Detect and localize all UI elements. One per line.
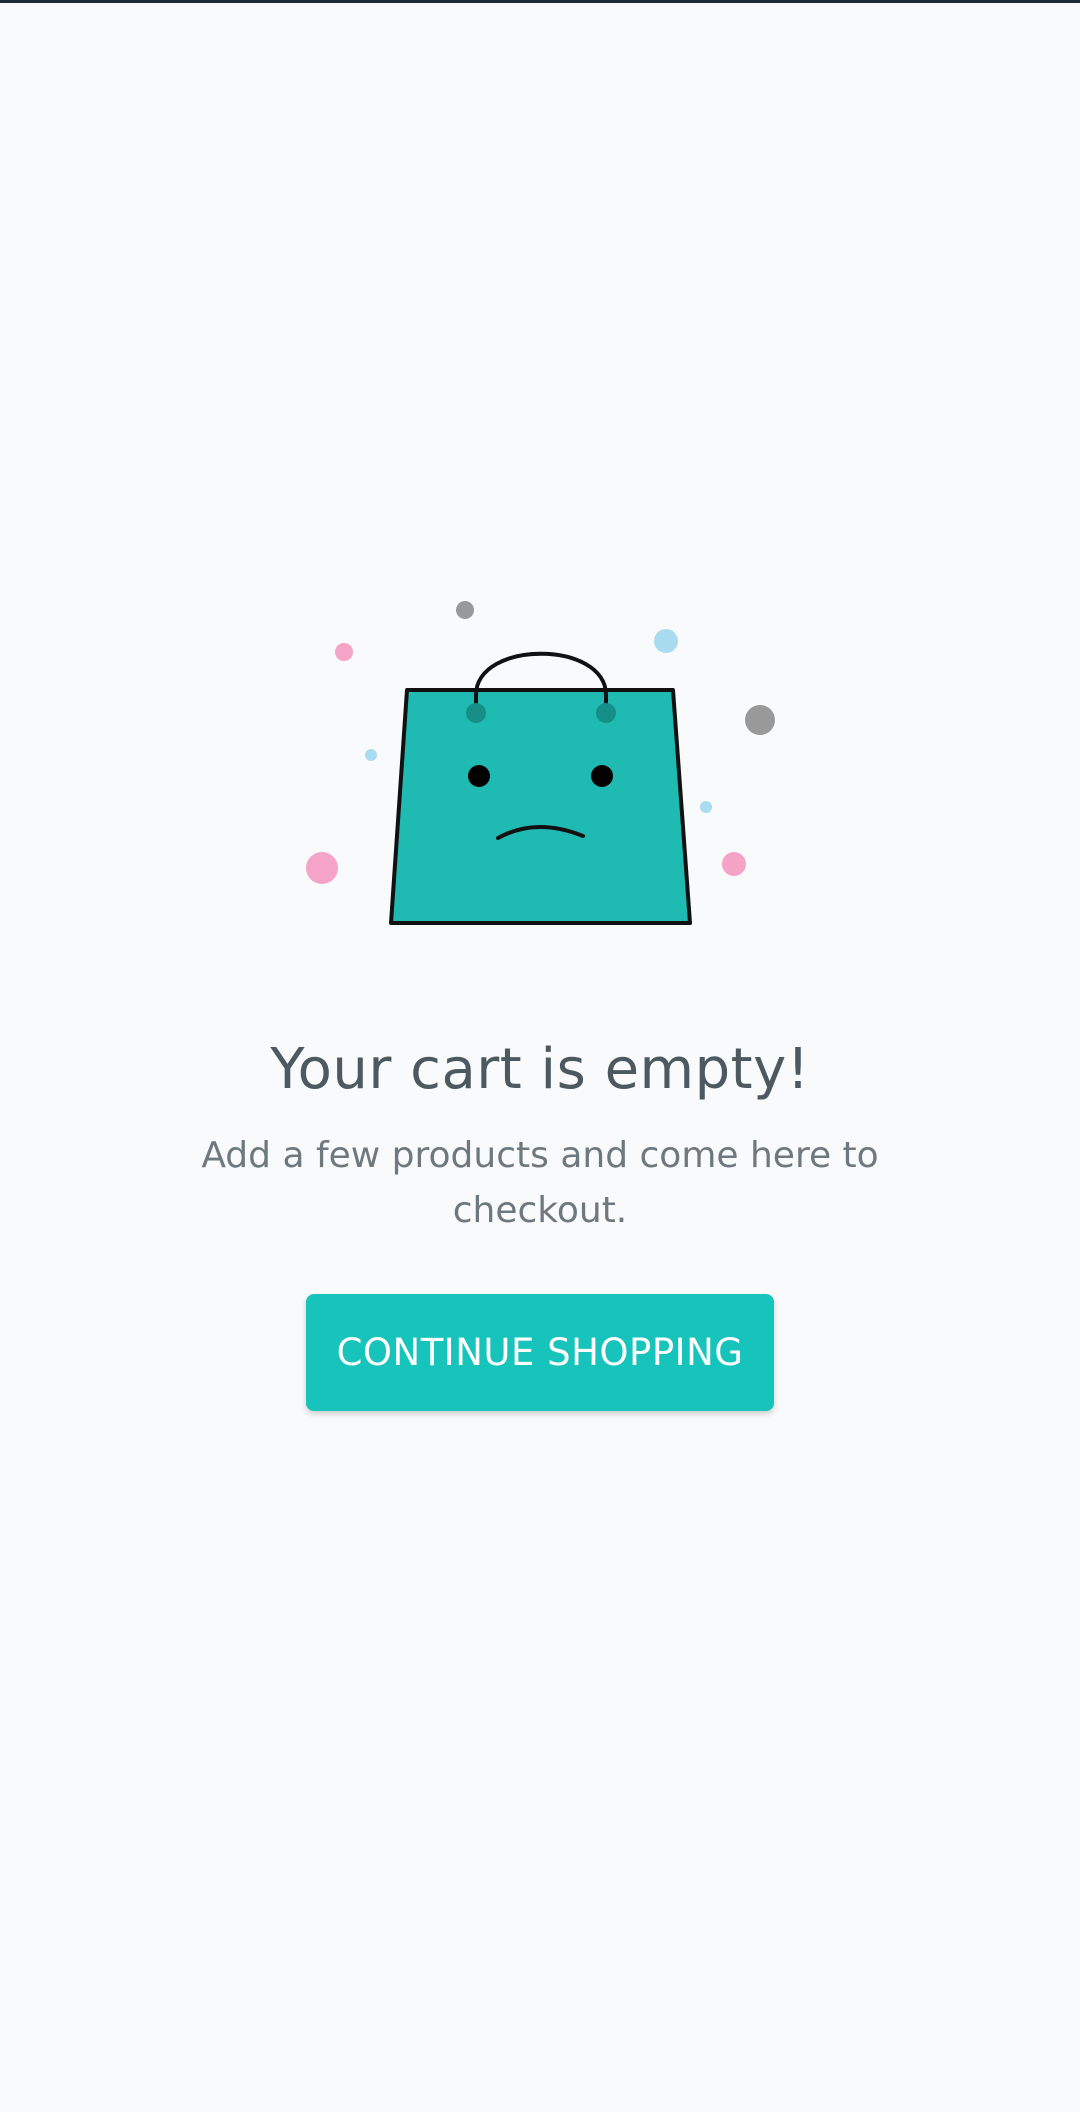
bag-eye-right (591, 765, 613, 787)
decor-dot-pink (306, 852, 338, 884)
decor-dot-blue (365, 749, 377, 761)
continue-shopping-button[interactable]: CONTINUE SHOPPING (306, 1294, 774, 1411)
empty-cart-title: Your cart is empty! (270, 1037, 810, 1102)
handle-anchor (466, 703, 486, 723)
decor-dot-pink (722, 852, 746, 876)
decor-dot-gray (745, 705, 775, 735)
bag-eye-left (468, 765, 490, 787)
empty-cart-subtitle: Add a few products and come here to chec… (201, 1135, 879, 1231)
decor-dot-blue (654, 629, 678, 653)
decor-dot-gray (456, 601, 474, 619)
handle-anchor (596, 703, 616, 723)
decor-dot-pink (335, 643, 353, 661)
bag-body (389, 688, 692, 925)
empty-cart-state: Your cart is empty! Add a few products a… (0, 0, 1080, 2112)
sad-shopping-bag-icon (306, 601, 775, 925)
decor-dot-blue (700, 801, 712, 813)
